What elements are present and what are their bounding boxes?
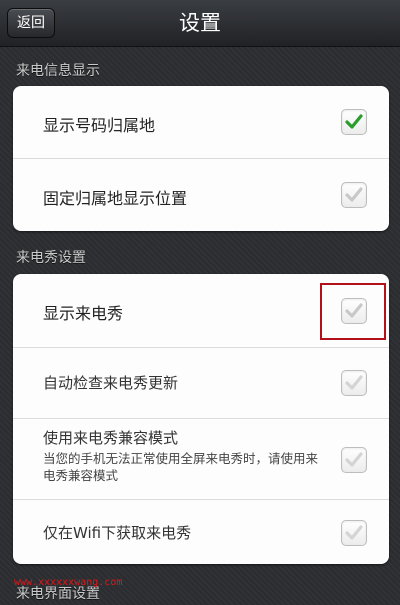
row-wifi-only[interactable]: 仅在Wifi下获取来电秀: [13, 500, 389, 564]
nav-bar: 返回 设置: [0, 0, 400, 47]
watermark-text: www.xxxxxxwang.com: [14, 577, 123, 588]
row-label: 仅在Wifi下获取来电秀: [43, 524, 192, 542]
checkmark-green-icon: [345, 114, 363, 129]
row-label: 显示号码归属地: [43, 116, 156, 135]
row-label: 固定归属地显示位置: [43, 189, 188, 208]
compat-mode-checkbox[interactable]: [341, 447, 367, 473]
checkmark-gray-icon: [345, 187, 363, 202]
auto-check-update-checkbox[interactable]: [341, 370, 367, 396]
fixed-position-checkbox[interactable]: [341, 182, 367, 208]
row-label: 自动检查来电秀更新: [43, 374, 179, 392]
row-compat-mode[interactable]: 使用来电秀兼容模式 当您的手机无法正常使用全屏来电秀时，请使用来电秀兼容模式: [13, 419, 389, 500]
wifi-only-checkbox[interactable]: [341, 520, 367, 546]
page-title: 设置: [179, 11, 221, 35]
section-header-caller-show: 来电秀设置: [16, 250, 86, 266]
section-header-caller-info: 来电信息显示: [16, 63, 100, 79]
row-label: 使用来电秀兼容模式: [43, 429, 179, 447]
row-show-location[interactable]: 显示号码归属地: [13, 86, 389, 159]
row-fixed-location-position[interactable]: 固定归属地显示位置: [13, 159, 389, 231]
checkmark-gray-icon: [345, 375, 363, 390]
row-auto-check-update[interactable]: 自动检查来电秀更新: [13, 348, 389, 419]
highlight-annotation-box: [320, 283, 386, 340]
row-label: 显示来电秀: [43, 304, 124, 323]
show-location-checkbox[interactable]: [341, 109, 367, 135]
checkmark-gray-icon: [345, 525, 363, 540]
caller-info-card: 显示号码归属地 固定归属地显示位置: [13, 86, 389, 231]
row-sublabel: 当您的手机无法正常使用全屏来电秀时，请使用来电秀兼容模式: [43, 451, 319, 483]
checkmark-gray-icon: [345, 452, 363, 467]
